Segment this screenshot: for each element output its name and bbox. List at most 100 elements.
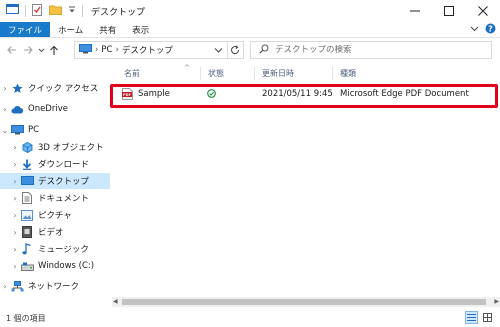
column-divider[interactable] [200,67,201,80]
window-title: デスクトップ [91,7,146,18]
expand-chevron-icon[interactable]: › [10,211,20,220]
search-box[interactable] [250,41,492,59]
breadcrumb-desktop[interactable]: デスクトップ [122,44,173,56]
status-bar: 1 個の項目 [0,309,500,327]
tab-file[interactable]: ファイル [0,22,51,37]
nav-item-3d-objects[interactable]: › 3D オブジェクト [0,139,110,155]
address-history-icon[interactable] [214,45,223,58]
star-icon [10,82,24,94]
quick-access-toolbar: デスクトップ [0,0,145,22]
title-bar: デスクトップ [0,0,500,22]
nav-item-pictures[interactable]: › ピクチャ [0,207,110,223]
back-button[interactable] [4,40,20,60]
music-icon [20,243,34,255]
column-divider[interactable] [254,67,255,80]
expand-chevron-icon[interactable]: › [10,143,20,152]
ribbon-right-controls: ? [470,22,496,38]
pc-icon [79,43,92,57]
nav-item-documents[interactable]: › ドキュメント [0,190,110,206]
explorer-window-icon [6,4,19,18]
nav-label: Windows (C:) [38,261,95,271]
pictures-icon [20,209,34,221]
toolbar-divider [82,5,83,17]
nav-item-windows-c[interactable]: › Windows (C:) [0,258,110,274]
forward-button[interactable] [20,40,36,60]
details-view-button[interactable] [465,311,478,324]
navigation-pane: › クイック アクセス › OneDrive ⌄ PC › 3D オブジェクト … [0,62,110,307]
recent-locations-button[interactable] [36,40,46,60]
expand-ribbon-icon[interactable] [470,25,479,35]
expand-chevron-icon[interactable]: › [0,84,10,93]
address-bar[interactable]: › PC › デスクトップ [74,41,228,59]
new-folder-icon[interactable] [49,4,62,18]
drive-icon [20,260,34,272]
nav-label: ドキュメント [38,194,90,204]
tab-share[interactable]: 共有 [91,22,124,37]
properties-icon[interactable] [32,3,43,19]
help-icon[interactable]: ? [485,23,496,37]
expand-chevron-icon[interactable]: › [10,160,20,169]
minimize-button[interactable] [398,0,432,22]
refresh-button[interactable] [226,41,244,59]
search-icon [259,44,269,57]
nav-label: デスクトップ [38,177,90,187]
desktop-folder-icon [20,175,34,187]
nav-label: ダウンロード [38,160,90,170]
nav-label: ミュージック [38,245,89,255]
collapse-chevron-icon[interactable]: ⌄ [0,126,10,135]
network-icon [10,280,24,292]
nav-label: ピクチャ [38,211,72,221]
tab-home[interactable]: ホーム [50,22,91,37]
customize-toolbar-icon[interactable] [68,5,76,18]
large-icons-view-button[interactable] [481,311,494,324]
nav-item-quick-access[interactable]: › クイック アクセス [0,80,110,96]
navigation-bar: › PC › デスクトップ [0,38,500,62]
scrollbar-thumb[interactable] [122,299,486,305]
sort-ascending-icon: ^ [184,64,190,72]
3d-objects-icon [20,141,34,153]
nav-item-network[interactable]: › ネットワーク [0,278,110,294]
breadcrumb-separator: › [95,45,99,55]
horizontal-scrollbar[interactable]: ◀ ▶ [112,297,500,307]
nav-item-videos[interactable]: › ビデオ [0,224,110,240]
expand-chevron-icon[interactable]: › [10,245,20,254]
column-header-type[interactable]: 種類 [340,68,356,79]
pc-icon [10,124,24,136]
expand-chevron-icon[interactable]: › [10,228,20,237]
expand-chevron-icon[interactable]: › [0,282,10,291]
up-button[interactable] [46,40,62,60]
highlight-outline [110,84,498,108]
search-input[interactable] [275,45,475,55]
nav-label: PC [28,125,40,135]
tab-view[interactable]: 表示 [124,22,157,37]
expand-chevron-icon[interactable]: › [10,262,20,271]
nav-label: クイック アクセス [28,84,99,94]
scroll-right-icon[interactable]: ▶ [494,298,499,305]
column-header-status[interactable]: 状態 [208,68,224,79]
nav-label: ビデオ [38,228,64,238]
toolbar-divider [25,5,26,17]
nav-item-desktop[interactable]: › デスクトップ [0,173,110,189]
maximize-button[interactable] [432,0,466,22]
nav-item-pc[interactable]: ⌄ PC [0,122,110,138]
download-icon [20,158,34,170]
nav-label: 3D オブジェクト [38,143,104,153]
nav-label: OneDrive [28,104,68,114]
video-icon [20,226,34,238]
breadcrumb-pc[interactable]: PC [101,45,112,55]
nav-item-onedrive[interactable]: › OneDrive [0,101,110,117]
expand-chevron-icon[interactable]: › [0,105,10,114]
expand-chevron-icon[interactable]: › [10,177,20,186]
nav-item-downloads[interactable]: › ダウンロード [0,156,110,172]
cloud-icon [10,103,24,115]
column-divider[interactable] [332,67,333,80]
nav-label: ネットワーク [28,282,80,292]
svg-text:?: ? [488,24,493,33]
expand-chevron-icon[interactable]: › [10,194,20,203]
column-header-modified[interactable]: 更新日時 [262,68,294,79]
column-header-name[interactable]: 名前 [124,68,140,79]
scroll-left-icon[interactable]: ◀ [113,298,118,305]
item-count: 1 個の項目 [6,313,46,323]
close-button[interactable] [466,0,500,22]
nav-item-music[interactable]: › ミュージック [0,241,110,257]
